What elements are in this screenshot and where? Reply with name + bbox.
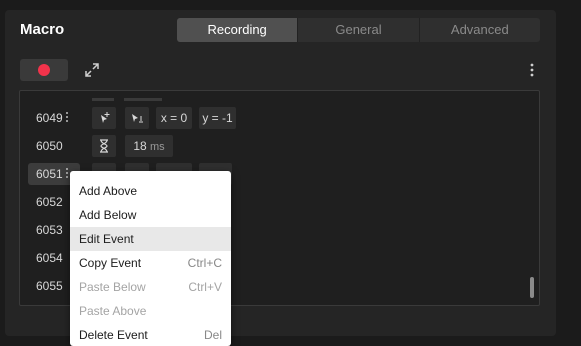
expand-arrows-icon[interactable] [84,62,100,78]
x-offset-value[interactable]: x = 0 [156,107,192,129]
mouse-move-icon[interactable] [92,107,116,129]
delay-value[interactable]: 18 ms [125,135,173,157]
hourglass-icon[interactable] [92,135,116,157]
menu-item-add-below[interactable]: Add Below [70,203,231,227]
event-number: 6050 [36,139,63,153]
menu-item-edit-event[interactable]: Edit Event [70,227,231,251]
context-menu: Add Above Add Below Edit Event Copy Even… [70,171,231,346]
event-number: 6049 [36,111,63,125]
menu-item-delete-event[interactable]: Delete Event Del [70,323,231,346]
shortcut-label: Ctrl+C [187,256,222,270]
shortcut-label: Del [203,328,222,342]
tab-recording[interactable]: Recording [177,18,298,42]
menu-item-add-above[interactable]: Add Above [70,179,231,203]
menu-item-copy-event[interactable]: Copy Event Ctrl+C [70,251,231,275]
shortcut-label: Ctrl+V [188,280,222,294]
record-dot-icon [38,64,50,76]
scrollbar[interactable] [530,277,534,298]
event-row[interactable]: 6050 18 ms [19,135,519,157]
tab-bar: Recording General Advanced [177,18,540,42]
drag-handle-icon[interactable] [66,112,69,124]
menu-item-paste-below[interactable]: Paste Below Ctrl+V [70,275,231,299]
tab-general[interactable]: General [297,18,418,42]
y-offset-value[interactable]: y = -1 [199,107,236,129]
row-divider [124,98,162,101]
macro-window: Macro Recording General Advanced 6049 x … [0,0,581,346]
cursor-position-icon[interactable] [125,107,149,129]
kebab-menu-icon[interactable] [527,62,537,78]
tab-advanced[interactable]: Advanced [418,18,540,42]
drag-handle-icon[interactable] [66,168,69,180]
record-button[interactable] [20,59,68,81]
menu-item-paste-above[interactable]: Paste Above [70,299,231,323]
row-divider [92,98,114,101]
page-title: Macro [20,21,65,38]
event-row[interactable]: 6049 x = 0 y = -1 [19,107,519,129]
